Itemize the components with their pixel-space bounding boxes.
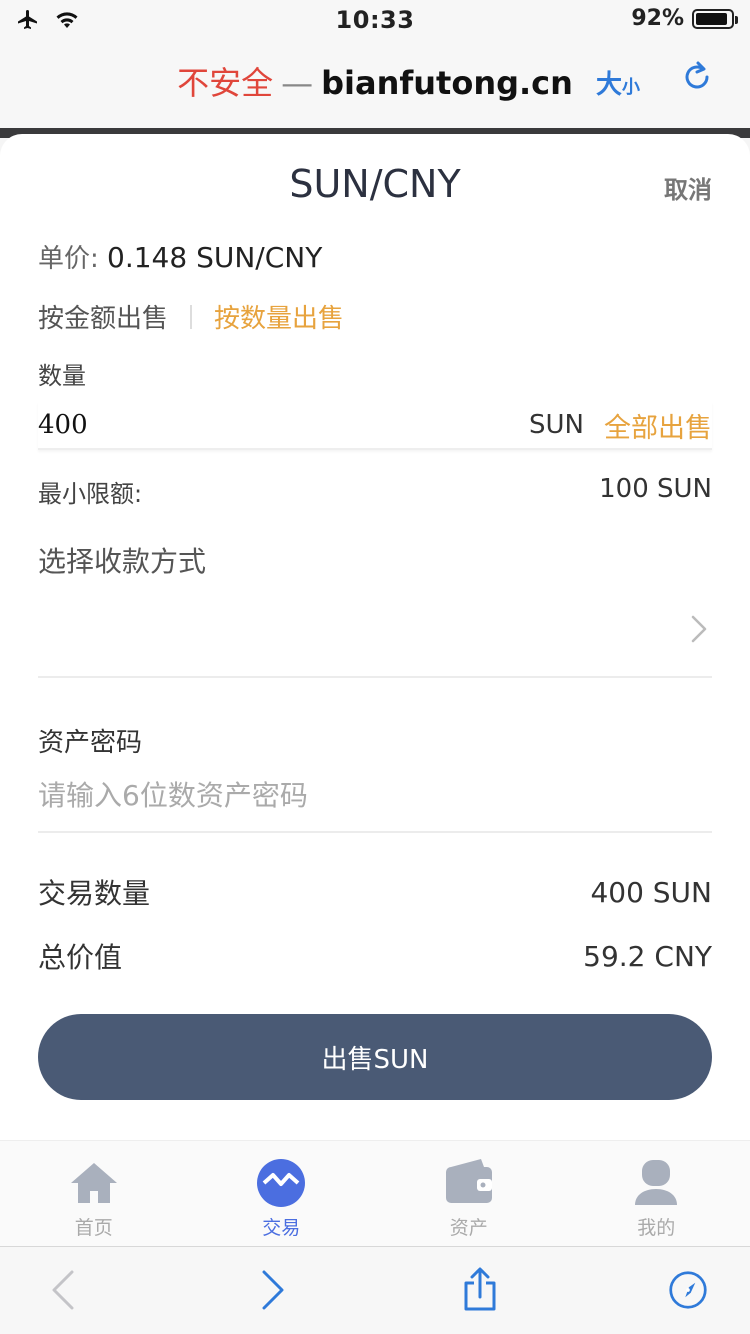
url-separator: — <box>281 64 314 102</box>
quantity-unit: SUN <box>529 410 584 440</box>
wallet-icon <box>445 1159 492 1203</box>
text-size-big: 大 <box>596 70 623 100</box>
text-size-button[interactable]: 大小 <box>596 64 640 101</box>
tab-trade[interactable]: 交易 <box>188 1141 376 1246</box>
mode-divider <box>190 304 193 329</box>
forward-icon[interactable] <box>252 1267 292 1313</box>
address-bar[interactable]: 不安全 — bianfutong.cn 大小 <box>0 40 750 128</box>
cancel-button[interactable]: 取消 <box>664 170 712 205</box>
divider <box>38 676 712 678</box>
sell-submit-button[interactable]: 出售SUN <box>38 1014 712 1100</box>
password-input[interactable]: 请输入6位数资产密码 <box>38 774 712 814</box>
battery-percent: 92% <box>631 6 684 31</box>
status-bar: 10:33 92% <box>0 0 750 40</box>
trade-quantity-label: 交易数量 <box>38 877 151 910</box>
quantity-label: 数量 <box>38 362 86 390</box>
sell-mode-switch: 按金额出售 按数量出售 <box>38 298 712 335</box>
sheet-title: SUN/CNY <box>289 162 461 206</box>
text-size-small: 小 <box>622 77 641 98</box>
trade-quantity-value: 400 SUN <box>590 875 712 909</box>
tab-label: 我的 <box>637 1217 676 1239</box>
unit-price: 单价: 0.148 SUN/CNY <box>38 238 712 275</box>
mode-by-quantity[interactable]: 按数量出售 <box>214 298 344 335</box>
min-limit-value: 100 SUN <box>599 474 712 504</box>
trade-icon <box>257 1159 306 1207</box>
quantity-input[interactable]: 400 <box>38 410 529 440</box>
home-icon <box>70 1163 117 1203</box>
tab-assets[interactable]: 资产 <box>375 1141 563 1246</box>
quantity-field[interactable]: 400 SUN 全部出售 <box>38 402 712 450</box>
share-icon[interactable] <box>460 1267 500 1313</box>
total-value-label: 总价值 <box>38 941 123 974</box>
tab-bar: 首页 交易 资产 我的 <box>0 1140 750 1246</box>
trade-quantity-row: 交易数量 400 SUN <box>38 872 712 912</box>
tab-label: 首页 <box>74 1217 113 1239</box>
tab-label: 交易 <box>262 1217 301 1239</box>
chevron-right-icon[interactable] <box>690 614 708 644</box>
tab-label: 资产 <box>449 1217 488 1239</box>
sell-sheet: SUN/CNY 取消 单价: 0.148 SUN/CNY 按金额出售 按数量出售… <box>0 134 750 1140</box>
back-icon[interactable] <box>44 1267 84 1313</box>
insecure-label: 不安全 <box>177 64 274 102</box>
total-value-row: 总价值 59.2 CNY <box>38 936 712 976</box>
battery-icon <box>692 8 738 29</box>
min-limit-label: 最小限额: <box>38 480 143 508</box>
unit-price-label: 单价: <box>38 244 99 274</box>
user-icon <box>635 1160 678 1205</box>
tab-home[interactable]: 首页 <box>0 1141 188 1246</box>
compass-icon[interactable] <box>668 1267 708 1313</box>
total-value-value: 59.2 CNY <box>583 939 712 973</box>
url-host: bianfutong.cn <box>321 64 573 102</box>
password-label: 资产密码 <box>38 728 143 758</box>
payment-method-label[interactable]: 选择收款方式 <box>38 540 712 580</box>
min-limit-row: 最小限额: 100 SUN <box>38 474 712 509</box>
tab-mine[interactable]: 我的 <box>563 1141 750 1246</box>
unit-price-value: 0.148 SUN/CNY <box>107 241 323 274</box>
mode-by-amount[interactable]: 按金额出售 <box>38 298 168 335</box>
divider <box>38 831 712 833</box>
reload-icon[interactable] <box>680 60 714 94</box>
sell-all-button[interactable]: 全部出售 <box>604 406 712 445</box>
browser-toolbar <box>0 1246 750 1334</box>
